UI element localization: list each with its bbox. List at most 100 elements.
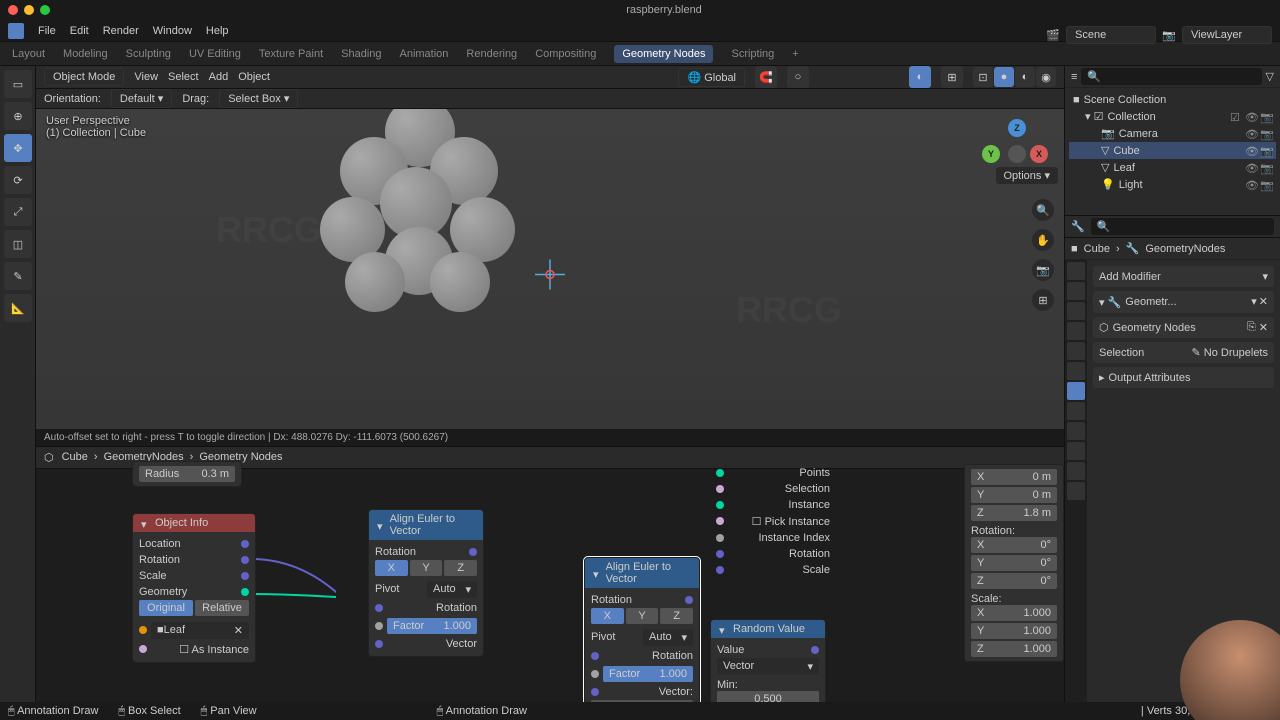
camera-icon[interactable]: 📷 (1032, 259, 1054, 281)
filter-icon[interactable]: ▽ (1266, 70, 1274, 83)
scene-tab[interactable] (1067, 322, 1085, 340)
maximize-window[interactable] (40, 5, 50, 15)
shading-toggle[interactable]: ◐ (909, 66, 931, 88)
props-gn[interactable]: GeometryNodes (1145, 243, 1225, 255)
snap-toggle[interactable]: 🧲 (755, 66, 777, 88)
pivot-dropdown[interactable]: Auto ▾ (427, 581, 477, 598)
gizmo-center[interactable] (1008, 145, 1026, 163)
tab-geometry-nodes[interactable]: Geometry Nodes (614, 45, 713, 63)
render-tab[interactable] (1067, 262, 1085, 280)
blender-logo-icon[interactable] (8, 23, 24, 39)
menu-window[interactable]: Window (153, 25, 192, 37)
axis-z-2[interactable]: Z (660, 608, 693, 624)
view-tab[interactable] (1067, 302, 1085, 320)
tab-rendering[interactable]: Rendering (466, 48, 517, 60)
rotate-tool[interactable]: ⟳ (4, 166, 32, 194)
outliner-search[interactable]: 🔍 (1081, 68, 1261, 85)
menu-help[interactable]: Help (206, 25, 229, 37)
x-axis-icon[interactable]: X (1030, 145, 1048, 163)
node-canvas[interactable]: Radius0.3 m ▾Object Info Location Rotati… (36, 469, 1064, 706)
y-axis-icon[interactable]: Y (982, 145, 1000, 163)
random-value-node[interactable]: ▾Random Value Value Vector▾ Min: 0.500 0… (710, 619, 826, 706)
tab-shading[interactable]: Shading (341, 48, 381, 60)
minimize-window[interactable] (24, 5, 34, 15)
close-window[interactable] (8, 5, 18, 15)
add-workspace-icon[interactable]: + (792, 48, 798, 60)
material-tab[interactable] (1067, 482, 1085, 500)
wireframe-shading[interactable]: ⊡ (973, 67, 993, 87)
orientation-selector[interactable]: 🌐 Global (678, 68, 745, 87)
tab-animation[interactable]: Animation (400, 48, 449, 60)
bc-cube[interactable]: Cube (62, 451, 88, 463)
3d-cursor-tool[interactable]: ⊕ (4, 102, 32, 130)
original-button[interactable]: Original (139, 600, 193, 616)
node-editor[interactable]: ⬡ Cube › GeometryNodes › Geometry Nodes … (36, 446, 1064, 706)
cube-row[interactable]: ▽ Cube👁📷 (1069, 142, 1276, 159)
add-modifier-button[interactable]: Add Modifier▾ (1093, 266, 1274, 287)
props-cube[interactable]: Cube (1084, 243, 1110, 255)
mod-dropdown-icon[interactable]: ▾ (1251, 295, 1257, 309)
tab-uv[interactable]: UV Editing (189, 48, 241, 60)
zoom-icon[interactable]: 🔍 (1032, 199, 1054, 221)
selectbox-dropdown[interactable]: Select Box ▾ (219, 89, 298, 108)
move-tool[interactable]: ✥ (4, 134, 32, 162)
camera-row[interactable]: 📷 Camera👁📷 (1069, 125, 1276, 142)
options-button[interactable]: Options ▾ (996, 167, 1059, 184)
collection-row[interactable]: ▾ ☑ Collection☑👁📷 (1069, 108, 1276, 125)
vp-menu-object[interactable]: Object (238, 71, 270, 83)
viewlayer-selector[interactable]: ViewLayer (1182, 26, 1272, 44)
3d-viewport[interactable]: RRCG RRCG User Perspective (1) Collectio… (36, 109, 1064, 429)
menu-render[interactable]: Render (103, 25, 139, 37)
vp-menu-view[interactable]: View (134, 71, 158, 83)
axis-z[interactable]: Z (444, 560, 477, 576)
solid-shading[interactable]: ● (994, 67, 1014, 87)
light-row[interactable]: 💡 Light👁📷 (1069, 176, 1276, 193)
tab-layout[interactable]: Layout (12, 48, 45, 60)
leaf-row[interactable]: ▽ Leaf👁📷 (1069, 159, 1276, 176)
tab-scripting[interactable]: Scripting (731, 48, 774, 60)
factor-field-2[interactable]: Factor1.000 (603, 666, 693, 682)
overlay-toggle[interactable]: ⊞ (941, 66, 963, 88)
scene-selector[interactable]: Scene (1066, 26, 1156, 44)
tab-sculpting[interactable]: Sculpting (126, 48, 171, 60)
proportional-toggle[interactable]: ○ (787, 66, 809, 88)
scale-tool[interactable]: ⤢ (4, 198, 32, 226)
modifier-header[interactable]: ▾ 🔧 Geometr... ▾ ✕ (1093, 291, 1274, 313)
vp-menu-select[interactable]: Select (168, 71, 199, 83)
modifier-tab[interactable] (1067, 382, 1085, 400)
copy-icon[interactable]: ⎘ (1247, 321, 1256, 334)
align-euler-1-node[interactable]: ▾Align Euler to Vector Rotation XYZ Pivo… (368, 509, 484, 657)
leaf-picker[interactable]: ■ Leaf✕ (151, 622, 249, 639)
world-tab[interactable] (1067, 342, 1085, 360)
radius-node[interactable]: Radius0.3 m (132, 461, 242, 487)
mod-render-icon[interactable] (1219, 295, 1233, 309)
output-attributes[interactable]: ▸ Output Attributes (1093, 367, 1274, 388)
axis-y-2[interactable]: Y (626, 608, 659, 624)
perspective-icon[interactable]: ⊞ (1032, 289, 1054, 311)
relative-button[interactable]: Relative (195, 600, 249, 616)
mod-realtime-icon[interactable] (1203, 295, 1217, 309)
object-info-node[interactable]: ▾Object Info Location Rotation Scale Geo… (132, 513, 256, 663)
pivot-dropdown-2[interactable]: Auto ▾ (643, 629, 693, 646)
factor-field[interactable]: Factor1.000 (387, 618, 477, 634)
annotate-tool[interactable]: ✎ (4, 262, 32, 290)
axis-y[interactable]: Y (410, 560, 443, 576)
default-dropdown[interactable]: Default ▾ (111, 89, 172, 108)
props-search[interactable]: 🔍 (1091, 218, 1274, 235)
tab-compositing[interactable]: Compositing (535, 48, 596, 60)
transform-tool[interactable]: ◫ (4, 230, 32, 258)
object-tab[interactable] (1067, 362, 1085, 380)
data-tab[interactable] (1067, 462, 1085, 480)
cursor-tool[interactable]: ▭ (4, 70, 32, 98)
physics-tab[interactable] (1067, 422, 1085, 440)
unlink-icon[interactable]: ✕ (1259, 321, 1268, 334)
nodetree-selector[interactable]: ⬡ Geometry Nodes ⎘✕ (1093, 317, 1274, 338)
menu-file[interactable]: File (38, 25, 56, 37)
axis-x-2[interactable]: X (591, 608, 624, 624)
z-axis-icon[interactable]: Z (1008, 119, 1026, 137)
particle-tab[interactable] (1067, 402, 1085, 420)
vp-menu-add[interactable]: Add (209, 71, 229, 83)
rendered-shading[interactable]: ◉ (1036, 67, 1056, 87)
measure-tool[interactable]: 📐 (4, 294, 32, 322)
selection-input[interactable]: Selection✎ No Drupelets (1093, 342, 1274, 363)
